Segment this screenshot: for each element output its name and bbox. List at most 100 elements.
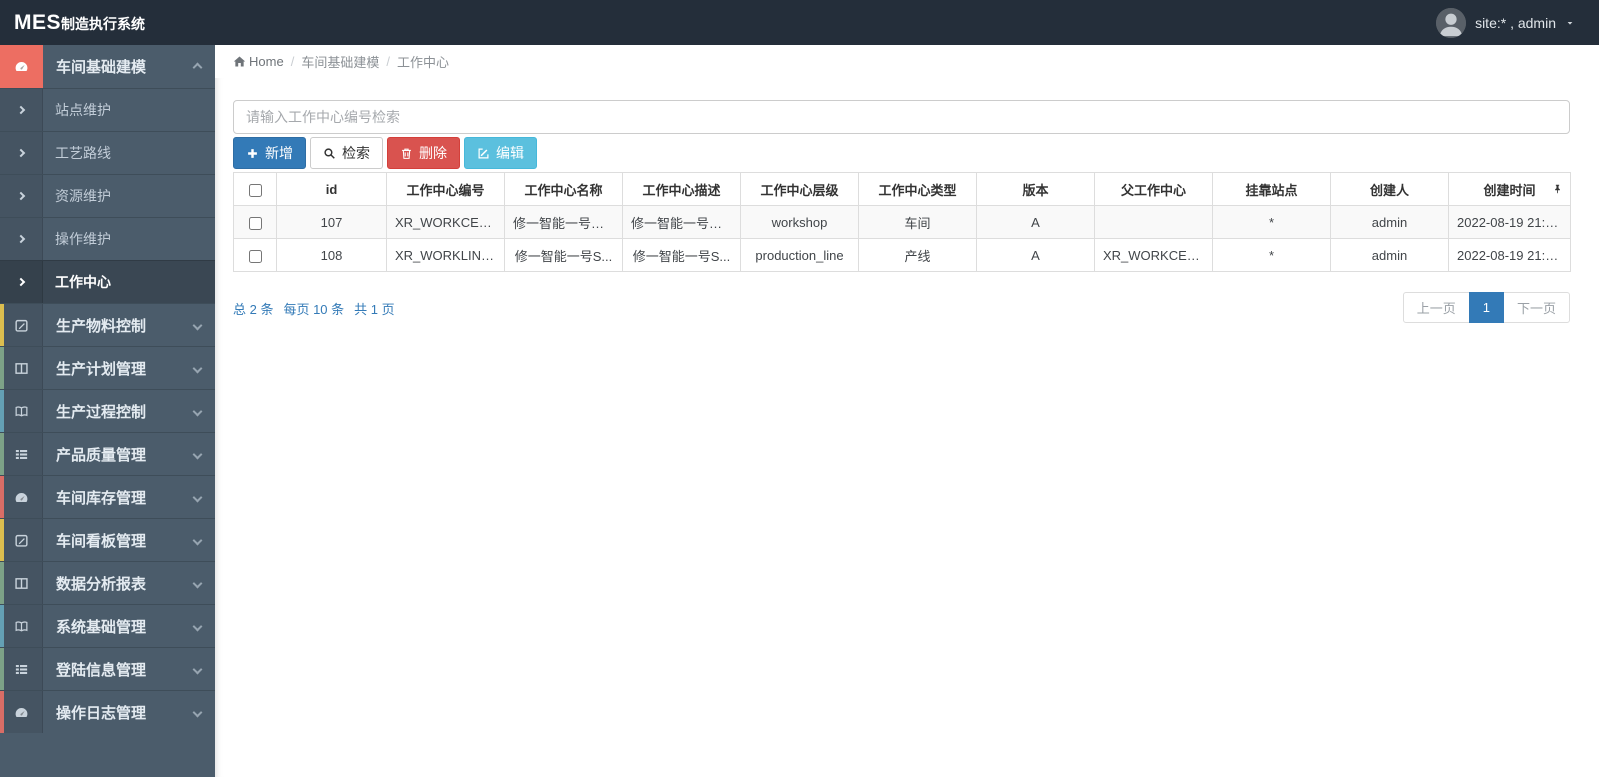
column-header-type: 工作中心类型	[858, 172, 977, 206]
dashboard-icon	[0, 45, 43, 88]
cell-station: *	[1212, 238, 1331, 272]
plus-icon	[248, 148, 257, 158]
sidebar-group-board-management[interactable]: 车间看板管理	[0, 518, 215, 561]
chevron-down-icon	[192, 488, 203, 506]
chevron-down-icon	[192, 531, 203, 549]
breadcrumb: Home / 车间基础建模 / 工作中心	[215, 45, 1599, 78]
columns-icon	[0, 347, 43, 389]
sidebar-item-operation-maintenance[interactable]: 操作维护	[0, 217, 215, 260]
sidebar-group-label: 产品质量管理	[56, 446, 147, 464]
sidebar-group-label: 登陆信息管理	[56, 661, 147, 679]
add-button[interactable]: 新增	[233, 137, 306, 169]
breadcrumb-section[interactable]: 车间基础建模	[301, 52, 379, 71]
breadcrumb-home[interactable]: Home	[233, 54, 284, 69]
sidebar-group-label: 生产计划管理	[56, 360, 147, 378]
toolbar: 新增 检索 删除 编辑	[233, 137, 537, 169]
sidebar-group-plan-management[interactable]: 生产计划管理	[0, 346, 215, 389]
avatar	[1436, 7, 1467, 38]
column-header-created-time: 创建时间	[1448, 172, 1571, 206]
home-icon	[233, 56, 246, 67]
row-checkbox-cell	[233, 205, 277, 239]
delete-button[interactable]: 删除	[387, 137, 460, 169]
table-row[interactable]: 107 XR_WORKCEN... 修一智能一号车间 修一智能一号车间 work…	[233, 205, 1571, 239]
row-checkbox[interactable]	[248, 216, 262, 230]
sidebar-group-label: 车间库存管理	[56, 489, 147, 507]
sidebar-group-data-reports[interactable]: 数据分析报表	[0, 561, 215, 604]
color-strip	[0, 433, 4, 475]
search-button[interactable]: 检索	[310, 137, 383, 169]
chevron-down-icon	[192, 660, 203, 678]
chevron-right-icon	[0, 218, 43, 260]
app-logo: MES 制造执行系统	[0, 11, 145, 35]
page-count[interactable]: 共 1 页	[354, 299, 394, 318]
edit-button-label: 编辑	[496, 145, 524, 161]
sidebar-group-label: 数据分析报表	[56, 575, 147, 593]
cell-parent: XR_WORKCEN...	[1094, 238, 1213, 272]
search-input[interactable]	[233, 100, 1570, 134]
sidebar-group-quality-management[interactable]: 产品质量管理	[0, 432, 215, 475]
chevron-down-icon	[192, 617, 203, 635]
cell-created-time: 2022-08-19 21:1...	[1448, 238, 1571, 272]
sidebar-group-inventory-management[interactable]: 车间库存管理	[0, 475, 215, 518]
sidebar-item-label: 操作维护	[55, 231, 111, 247]
column-header-parent: 父工作中心	[1094, 172, 1213, 206]
row-checkbox[interactable]	[248, 249, 262, 263]
sidebar-item-process-route[interactable]: 工艺路线	[0, 131, 215, 174]
pencil-square-icon	[0, 304, 43, 346]
breadcrumb-separator: /	[386, 54, 390, 69]
sidebar-group-login-info[interactable]: 登陆信息管理	[0, 647, 215, 690]
sidebar-group-workshop-modeling[interactable]: 车间基础建模	[0, 45, 215, 88]
page-size[interactable]: 每页 10 条	[283, 299, 344, 318]
total-count[interactable]: 总 2 条	[233, 299, 273, 318]
chevron-down-icon	[192, 316, 203, 334]
prev-page-button[interactable]: 上一页	[1402, 292, 1470, 323]
color-strip	[0, 648, 4, 690]
column-header-creator: 创建人	[1330, 172, 1449, 206]
next-page-button[interactable]: 下一页	[1502, 292, 1570, 323]
sidebar-item-label: 站点维护	[55, 102, 111, 118]
sidebar-group-system-management[interactable]: 系统基础管理	[0, 604, 215, 647]
cell-parent	[1094, 205, 1213, 239]
cell-created-time: 2022-08-19 21:1...	[1448, 205, 1571, 239]
topbar: MES 制造执行系统 site:* , admin	[0, 0, 1599, 45]
chevron-down-icon	[192, 402, 203, 420]
cell-code: XR_WORKLINE...	[386, 238, 505, 272]
row-checkbox-cell	[233, 238, 277, 272]
sidebar-group-label: 系统基础管理	[56, 618, 147, 636]
sidebar-item-label: 工艺路线	[55, 145, 111, 161]
chevron-right-icon	[0, 132, 43, 174]
cell-description: 修一智能一号车间	[622, 205, 741, 239]
pin-icon[interactable]	[1552, 184, 1563, 195]
cell-description: 修一智能一号S...	[622, 238, 741, 272]
column-header-station: 挂靠站点	[1212, 172, 1331, 206]
work-center-table: id 工作中心编号 工作中心名称 工作中心描述 工作中心层级 工作中心类型 版本…	[233, 172, 1571, 272]
user-menu[interactable]: site:* , admin	[1436, 7, 1599, 38]
cell-type: 产线	[858, 238, 977, 272]
sidebar-group-operation-logs[interactable]: 操作日志管理	[0, 690, 215, 733]
cell-creator: admin	[1330, 205, 1449, 239]
breadcrumb-separator: /	[290, 54, 295, 69]
sidebar-item-work-center[interactable]: 工作中心	[0, 260, 215, 303]
sidebar-item-site-maintenance[interactable]: 站点维护	[0, 88, 215, 131]
sidebar-group-process-control[interactable]: 生产过程控制	[0, 389, 215, 432]
cell-level: workshop	[740, 205, 859, 239]
edit-button[interactable]: 编辑	[464, 137, 537, 169]
chevron-right-icon	[0, 89, 43, 131]
breadcrumb-current-page: 工作中心	[396, 55, 449, 70]
color-strip	[0, 691, 4, 733]
page-1-button[interactable]: 1	[1468, 292, 1504, 323]
color-strip	[0, 476, 4, 518]
sidebar-group-material-control[interactable]: 生产物料控制	[0, 303, 215, 346]
table-row[interactable]: 108 XR_WORKLINE... 修一智能一号S... 修一智能一号S...…	[233, 238, 1571, 272]
select-all-checkbox[interactable]	[248, 183, 262, 197]
sidebar-item-resource-maintenance[interactable]: 资源维护	[0, 174, 215, 217]
cell-id: 108	[276, 238, 387, 272]
sidebar: 车间基础建模 站点维护 工艺路线 资源维护 操作维护 工作中心 生产物料控制 生…	[0, 45, 215, 777]
color-strip	[0, 519, 4, 561]
sidebar-group-label: 生产过程控制	[56, 403, 147, 421]
cell-name: 修一智能一号车间	[504, 205, 623, 239]
search-button-label: 检索	[342, 145, 370, 161]
column-header-id: id	[276, 172, 387, 206]
cell-version: A	[976, 238, 1095, 272]
sidebar-group-label: 操作日志管理	[56, 704, 147, 722]
